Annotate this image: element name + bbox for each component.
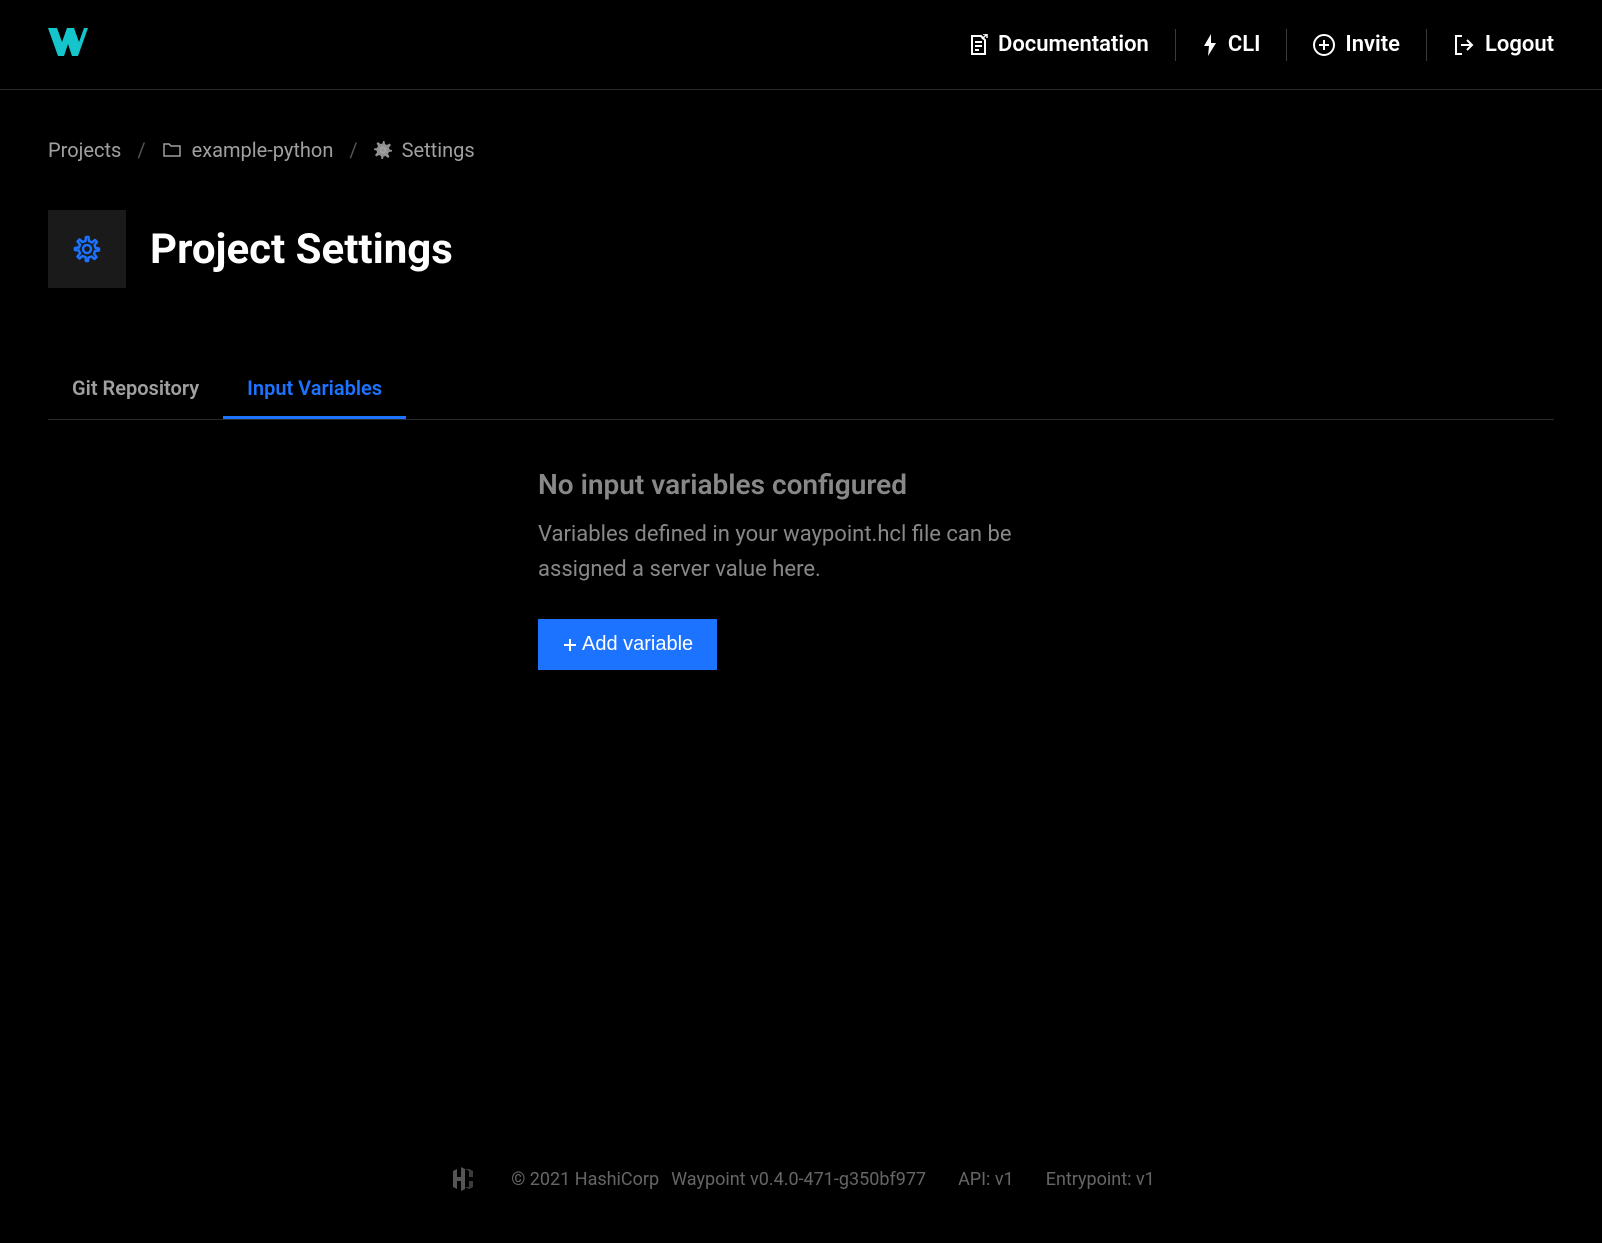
lightning-icon	[1202, 34, 1218, 56]
tab-input-variables[interactable]: Input Variables	[223, 360, 406, 419]
footer-api-text: API: v1	[958, 1169, 1014, 1190]
footer-copyright: © 2021 HashiCorp Waypoint v0.4.0-471-g350…	[511, 1169, 926, 1190]
breadcrumb-separator: /	[349, 138, 357, 162]
breadcrumb-settings[interactable]: Settings	[374, 138, 475, 162]
empty-state: No input variables configured Variables …	[538, 468, 1098, 670]
hashicorp-icon	[447, 1163, 479, 1195]
tabs: Git Repository Input Variables	[48, 360, 1554, 420]
document-icon	[968, 34, 988, 56]
logo[interactable]	[48, 28, 88, 62]
footer-product-text: Waypoint v0.4.0-471-g350bf977	[671, 1169, 926, 1190]
nav-links: Documentation CLI Invite Logout	[968, 29, 1554, 61]
main-content: Projects / example-python / Settings Pro…	[0, 90, 1602, 1131]
breadcrumb-projects-label: Projects	[48, 138, 121, 162]
page-header: Project Settings	[48, 210, 1554, 288]
logout-icon	[1453, 34, 1475, 56]
empty-state-description: Variables defined in your waypoint.hcl f…	[538, 517, 1098, 587]
nav-documentation-label: Documentation	[998, 32, 1149, 57]
tab-git-repository[interactable]: Git Repository	[48, 360, 223, 419]
waypoint-logo-icon	[48, 28, 88, 62]
breadcrumb-project[interactable]: example-python	[162, 138, 334, 162]
tab-input-variables-label: Input Variables	[247, 376, 382, 400]
footer-entrypoint: Entrypoint: v1	[1046, 1169, 1155, 1190]
tab-git-repository-label: Git Repository	[72, 376, 199, 400]
nav-cli[interactable]: CLI	[1176, 29, 1288, 61]
plus-icon	[562, 637, 578, 653]
header: Documentation CLI Invite Logout	[0, 0, 1602, 90]
nav-logout[interactable]: Logout	[1427, 29, 1554, 61]
gear-icon	[73, 235, 101, 263]
folder-icon	[162, 142, 182, 158]
footer-entrypoint-text: Entrypoint: v1	[1046, 1169, 1155, 1190]
nav-invite-label: Invite	[1345, 32, 1400, 57]
page-title: Project Settings	[150, 225, 453, 274]
footer-copyright-text: © 2021 HashiCorp	[511, 1169, 659, 1190]
breadcrumb-settings-label: Settings	[402, 138, 475, 162]
settings-icon-box	[48, 210, 126, 288]
nav-cli-label: CLI	[1228, 32, 1261, 57]
footer-api: API: v1	[958, 1169, 1014, 1190]
breadcrumb-project-label: example-python	[192, 138, 334, 162]
footer: © 2021 HashiCorp Waypoint v0.4.0-471-g350…	[0, 1131, 1602, 1243]
breadcrumb: Projects / example-python / Settings	[48, 138, 1554, 162]
footer-logo	[447, 1163, 479, 1195]
add-variable-button-label: Add variable	[582, 633, 693, 656]
gear-icon	[374, 141, 392, 159]
breadcrumb-separator: /	[137, 138, 145, 162]
plus-circle-icon	[1313, 34, 1335, 56]
empty-state-title: No input variables configured	[538, 468, 1098, 501]
nav-logout-label: Logout	[1485, 32, 1554, 57]
add-variable-button[interactable]: Add variable	[538, 619, 717, 670]
breadcrumb-projects[interactable]: Projects	[48, 138, 121, 162]
nav-invite[interactable]: Invite	[1287, 29, 1427, 61]
nav-documentation[interactable]: Documentation	[968, 29, 1176, 61]
